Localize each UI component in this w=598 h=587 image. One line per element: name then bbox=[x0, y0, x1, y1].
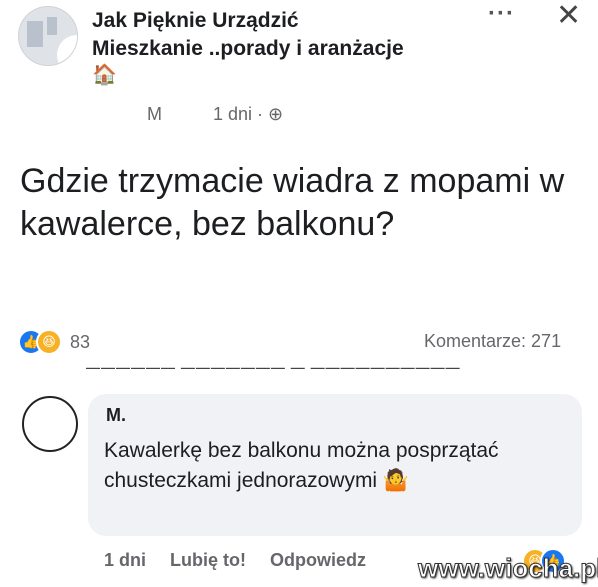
comment-actions: 1 dni Lubię to! Odpowiedz bbox=[104, 550, 366, 571]
close-button[interactable]: ✕ bbox=[556, 0, 581, 32]
more-options-button[interactable]: ··· bbox=[488, 0, 515, 28]
watermark: www.wiocha.pl bbox=[417, 553, 598, 584]
group-avatar[interactable] bbox=[18, 6, 78, 66]
group-subtitle[interactable]: Mieszkanie ..porady i aranżacje bbox=[92, 36, 404, 62]
like-button[interactable]: Lubię to! bbox=[170, 550, 246, 571]
laughing-face-icon: 😆 bbox=[36, 329, 62, 355]
comments-count[interactable]: Komentarze: 271 bbox=[424, 331, 561, 352]
avatar-overlap bbox=[57, 35, 77, 65]
comment-text: Kawalerkę bez balkonu można posprzątać c… bbox=[104, 439, 499, 492]
post-author[interactable]: M bbox=[147, 104, 162, 125]
comment-timestamp[interactable]: 1 dni bbox=[104, 550, 146, 571]
reply-button[interactable]: Odpowiedz bbox=[270, 550, 366, 571]
reactions-summary[interactable]: 👍 😆 83 bbox=[18, 329, 90, 355]
post-text: Gdzie trzymacie wiadra z mopami w kawale… bbox=[20, 162, 565, 243]
house-emoji-icon: 🏠 bbox=[92, 64, 117, 86]
commenter-avatar[interactable] bbox=[22, 396, 78, 452]
more-replies-link[interactable]: ▬▬▬▬▬▬ ▬▬▬▬▬▬▬ ▬ ▬▬▬▬▬▬▬▬▬▬ bbox=[86, 360, 461, 369]
group-name[interactable]: Jak Pięknie Urządzić bbox=[92, 8, 299, 34]
reaction-count: 83 bbox=[70, 331, 91, 352]
window-shape bbox=[27, 21, 43, 47]
post-timestamp[interactable]: 1 dni · ⊕ bbox=[213, 104, 283, 125]
commenter-name[interactable]: M. bbox=[106, 405, 126, 426]
window-shape bbox=[47, 17, 57, 35]
